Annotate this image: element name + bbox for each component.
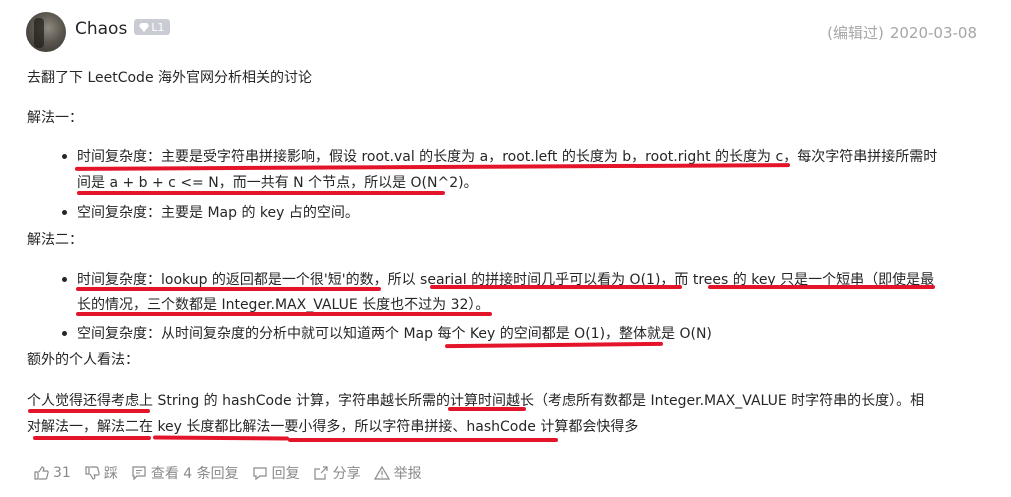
m1-space: 空间复杂度：主要是 Map 的 key 占的空间。 (77, 205, 359, 221)
highlight-underline (33, 436, 151, 440)
level-badge-label: L1 (151, 20, 165, 34)
highlight-underline (76, 287, 381, 291)
highlight-underline (708, 285, 935, 289)
report-label: 举报 (393, 466, 422, 482)
method2-heading: 解法二： (27, 232, 83, 248)
bullet-dot (62, 331, 67, 336)
highlight-underline (288, 438, 558, 442)
method1-heading: 解法一： (27, 110, 83, 126)
highlight-underline (444, 341, 664, 349)
comment-icon (132, 466, 146, 481)
dislike-label: 踩 (103, 466, 118, 482)
m1-time-line1: 时间复杂度：主要是受字符串拼接影响，假设 root.val 的长度为 a，roo… (77, 149, 938, 165)
highlight-underline (77, 191, 445, 195)
action-bar: 31 踩 查看 4 条回复 回复 分享 举报 (33, 463, 435, 483)
bullet-dot (62, 210, 67, 215)
share-button[interactable]: 分享 (313, 463, 361, 483)
report-button[interactable]: 举报 (373, 463, 422, 483)
highlight-underline (152, 435, 290, 441)
edited-label: (编辑过) (827, 24, 884, 42)
view-replies-button[interactable]: 查看 4 条回复 (131, 463, 239, 483)
m2-time-line2: 长的情况，三个数都是 Integer.MAX_VALUE 长度也不过为 32）。 (77, 297, 490, 313)
comment-meta: (编辑过) 2020-03-08 (821, 22, 977, 43)
bullet-dot (62, 277, 67, 282)
highlight-underline (28, 409, 150, 413)
reply-icon (253, 467, 267, 481)
thumbs-down-icon (85, 466, 100, 480)
view-replies-label: 查看 4 条回复 (150, 466, 239, 482)
like-count: 31 (53, 465, 71, 481)
diamond-icon (139, 22, 150, 32)
reply-button[interactable]: 回复 (252, 463, 300, 483)
comment-date: 2020-03-08 (889, 24, 977, 42)
author-name[interactable]: Chaos (75, 19, 127, 39)
level-badge: L1 (134, 19, 170, 35)
like-button[interactable]: 31 (33, 465, 71, 481)
avatar[interactable] (26, 12, 66, 52)
highlight-underline (430, 285, 682, 289)
reply-label: 回复 (271, 466, 300, 482)
highlight-underline (76, 312, 492, 316)
intro-text: 去翻了下 LeetCode 海外官网分析相关的讨论 (27, 70, 313, 86)
bullet-dot (62, 154, 67, 159)
m2-space: 空间复杂度：从时间复杂度的分析中就可以知道两个 Map 每个 Key 的空间都是… (77, 326, 712, 342)
share-icon (314, 466, 328, 480)
highlight-underline (448, 407, 526, 411)
extra-heading: 额外的个人看法： (27, 352, 139, 368)
thumbs-up-icon (34, 466, 49, 480)
opinion-line2: 对解法一，解法二在 key 长度都比解法一要小得多，所以字符串拼接、hashCo… (27, 419, 639, 435)
m1-time-line2: 间是 a + b + c <= N，而一共有 N 个节点，所以是 O(N^2)。 (77, 175, 478, 191)
warning-icon (373, 465, 390, 480)
dislike-button[interactable]: 踩 (84, 463, 118, 483)
share-label: 分享 (332, 466, 361, 482)
